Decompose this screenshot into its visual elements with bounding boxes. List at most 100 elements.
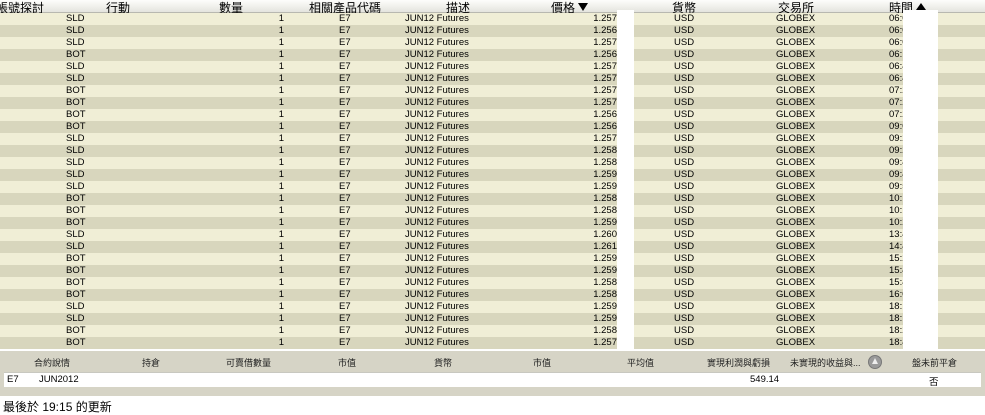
table-row[interactable]: BOT 1 E7 JUN12 Futures 1.256 USD GLOBEX 06:1 bbox=[0, 49, 985, 61]
trade-quantity-cell: 1 bbox=[278, 133, 284, 144]
table-row[interactable]: SLD 1 E7 JUN12 Futures 1.257 USD GLOBEX 09:2 bbox=[0, 133, 985, 145]
trade-description-cell: JUN12 Futures bbox=[405, 145, 469, 156]
trade-action-cell: SLD bbox=[66, 145, 85, 156]
sort-descending-icon bbox=[578, 3, 589, 11]
trade-price-cell: 1.259 bbox=[593, 181, 617, 192]
trade-quantity-cell: 1 bbox=[278, 217, 284, 228]
trade-exchange-cell: GLOBEX bbox=[776, 121, 816, 132]
trade-symbol-cell: E7 bbox=[339, 205, 351, 216]
port-close-header[interactable]: 盤未前平倉 bbox=[912, 356, 957, 369]
port-market-price-header[interactable]: 市值 bbox=[338, 356, 356, 369]
port-position-header[interactable]: 持倉 bbox=[142, 356, 160, 369]
table-row[interactable]: SLD 1 E7 JUN12 Futures 1.259 USD GLOBEX 09:5 bbox=[0, 181, 985, 193]
trade-currency-cell: USD bbox=[674, 25, 695, 36]
sort-ascending-circle-icon[interactable] bbox=[868, 355, 882, 369]
table-row[interactable]: SLD 1 E7 JUN12 Futures 1.259 USD GLOBEX 09:4 bbox=[0, 169, 985, 181]
trade-price-cell: 1.259 bbox=[593, 265, 617, 276]
table-row[interactable]: BOT 1 E7 JUN12 Futures 1.259 USD GLOBEX 15:4 bbox=[0, 265, 985, 277]
trade-action-cell: BOT bbox=[66, 205, 86, 216]
trade-action-cell: BOT bbox=[66, 289, 86, 300]
table-row[interactable]: BOT 1 E7 JUN12 Futures 1.257 USD GLOBEX 07:2 bbox=[0, 85, 985, 97]
table-row[interactable]: SLD 1 E7 JUN12 Futures 1.259 USD GLOBEX 18:1 bbox=[0, 313, 985, 325]
table-row[interactable]: BOT 1 E7 JUN12 Futures 1.258 USD GLOBEX 18:2 bbox=[0, 325, 985, 337]
trade-action-cell: SLD bbox=[66, 73, 85, 84]
table-row[interactable]: BOT 1 E7 JUN12 Futures 1.259 USD GLOBEX 10:2 bbox=[0, 217, 985, 229]
trade-quantity-cell: 1 bbox=[278, 229, 284, 240]
trade-price-cell: 1.258 bbox=[593, 145, 617, 156]
table-row[interactable]: BOT 1 E7 JUN12 Futures 1.259 USD GLOBEX 15:2 bbox=[0, 253, 985, 265]
trade-description-cell: JUN12 Futures bbox=[405, 25, 469, 36]
table-row[interactable]: SLD 1 E7 JUN12 Futures 1.256 USD GLOBEX 06:0 bbox=[0, 25, 985, 37]
port-market-value-header[interactable]: 市值 bbox=[533, 356, 551, 369]
trade-quantity-cell: 1 bbox=[278, 121, 284, 132]
port-avg-price-header[interactable]: 平均值 bbox=[627, 356, 654, 369]
trade-currency-cell: USD bbox=[674, 13, 695, 24]
redaction-price bbox=[617, 10, 634, 351]
trade-quantity-cell: 1 bbox=[278, 61, 284, 72]
trade-description-cell: JUN12 Futures bbox=[405, 241, 469, 252]
table-row[interactable]: SLD 1 E7 JUN12 Futures 1.257 USD GLOBEX 06:0 bbox=[0, 13, 985, 25]
trade-quantity-cell: 1 bbox=[278, 181, 284, 192]
table-row[interactable]: BOT 1 E7 JUN12 Futures 1.258 USD GLOBEX 10:1 bbox=[0, 205, 985, 217]
table-row[interactable]: SLD 1 E7 JUN12 Futures 1.260 USD GLOBEX 13:4 bbox=[0, 229, 985, 241]
table-row[interactable]: BOT 1 E7 JUN12 Futures 1.256 USD GLOBEX 09:0 bbox=[0, 121, 985, 133]
table-row[interactable]: BOT 1 E7 JUN12 Futures 1.257 USD GLOBEX 07:2 bbox=[0, 97, 985, 109]
table-row[interactable]: BOT 1 E7 JUN12 Futures 1.258 USD GLOBEX 16:0 bbox=[0, 289, 985, 301]
trade-action-cell: BOT bbox=[66, 97, 86, 108]
trade-quantity-cell: 1 bbox=[278, 169, 284, 180]
trade-action-cell: BOT bbox=[66, 277, 86, 288]
trade-currency-cell: USD bbox=[674, 157, 695, 168]
table-row[interactable]: SLD 1 E7 JUN12 Futures 1.258 USD GLOBEX 09:2 bbox=[0, 145, 985, 157]
trade-price-cell: 1.257 bbox=[593, 13, 617, 24]
trade-symbol-cell: E7 bbox=[339, 313, 351, 324]
trade-currency-cell: USD bbox=[674, 49, 695, 60]
trade-currency-cell: USD bbox=[674, 205, 695, 216]
table-row[interactable]: BOT 1 E7 JUN12 Futures 1.256 USD GLOBEX 07:2 bbox=[0, 109, 985, 121]
table-row[interactable]: BOT 1 E7 JUN12 Futures 1.258 USD GLOBEX 15:4 bbox=[0, 277, 985, 289]
trade-price-cell: 1.259 bbox=[593, 253, 617, 264]
trade-action-cell: BOT bbox=[66, 49, 86, 60]
trade-quantity-cell: 1 bbox=[278, 157, 284, 168]
port-unrealized-header[interactable]: 未實現的收益與... bbox=[790, 356, 861, 369]
trade-price-cell: 1.257 bbox=[593, 61, 617, 72]
trade-symbol-cell: E7 bbox=[339, 337, 351, 348]
trade-symbol-cell: E7 bbox=[339, 13, 351, 24]
port-contract-header[interactable]: 合約說情 bbox=[34, 356, 70, 369]
trade-symbol-cell: E7 bbox=[339, 217, 351, 228]
table-row[interactable]: SLD 1 E7 JUN12 Futures 1.257 USD GLOBEX 06:0 bbox=[0, 37, 985, 49]
trade-action-cell: SLD bbox=[66, 181, 85, 192]
port-available-header[interactable]: 可賣借數量 bbox=[226, 356, 271, 369]
trade-price-cell: 1.256 bbox=[593, 25, 617, 36]
table-row[interactable]: BOT 1 E7 JUN12 Futures 1.258 USD GLOBEX 10:1 bbox=[0, 193, 985, 205]
table-row[interactable]: SLD 1 E7 JUN12 Futures 1.257 USD GLOBEX 06:4 bbox=[0, 73, 985, 85]
trade-description-cell: JUN12 Futures bbox=[405, 61, 469, 72]
trade-quantity-cell: 1 bbox=[278, 205, 284, 216]
trade-price-cell: 1.260 bbox=[593, 229, 617, 240]
trade-description-cell: JUN12 Futures bbox=[405, 265, 469, 276]
trade-action-cell: SLD bbox=[66, 37, 85, 48]
table-row[interactable]: SLD 1 E7 JUN12 Futures 1.261 USD GLOBEX 14:4 bbox=[0, 241, 985, 253]
trade-price-cell: 1.261 bbox=[593, 241, 617, 252]
trade-currency-cell: USD bbox=[674, 37, 695, 48]
trade-action-cell: BOT bbox=[66, 325, 86, 336]
trade-quantity-cell: 1 bbox=[278, 145, 284, 156]
trade-action-cell: SLD bbox=[66, 157, 85, 168]
trade-currency-cell: USD bbox=[674, 109, 695, 120]
trade-symbol-cell: E7 bbox=[339, 289, 351, 300]
trade-description-cell: JUN12 Futures bbox=[405, 73, 469, 84]
port-currency-header[interactable]: 貨幣 bbox=[434, 356, 452, 369]
table-row[interactable]: BOT 1 E7 JUN12 Futures 1.257 USD GLOBEX 18:4 bbox=[0, 337, 985, 349]
trade-action-cell: SLD bbox=[66, 313, 85, 324]
portfolio-row[interactable]: E7 JUN2012 549.14 否 bbox=[4, 372, 981, 388]
trade-symbol-cell: E7 bbox=[339, 265, 351, 276]
port-realized-header[interactable]: 實現利潤與虧損 bbox=[707, 356, 770, 369]
table-row[interactable]: SLD 1 E7 JUN12 Futures 1.257 USD GLOBEX 06:4 bbox=[0, 61, 985, 73]
trade-exchange-cell: GLOBEX bbox=[776, 25, 816, 36]
trade-action-cell: SLD bbox=[66, 301, 85, 312]
trade-currency-cell: USD bbox=[674, 133, 695, 144]
trade-action-cell: SLD bbox=[66, 61, 85, 72]
trade-exchange-cell: GLOBEX bbox=[776, 241, 816, 252]
table-row[interactable]: SLD 1 E7 JUN12 Futures 1.259 USD GLOBEX 18:1 bbox=[0, 301, 985, 313]
table-row[interactable]: SLD 1 E7 JUN12 Futures 1.258 USD GLOBEX 09:4 bbox=[0, 157, 985, 169]
trade-quantity-cell: 1 bbox=[278, 289, 284, 300]
